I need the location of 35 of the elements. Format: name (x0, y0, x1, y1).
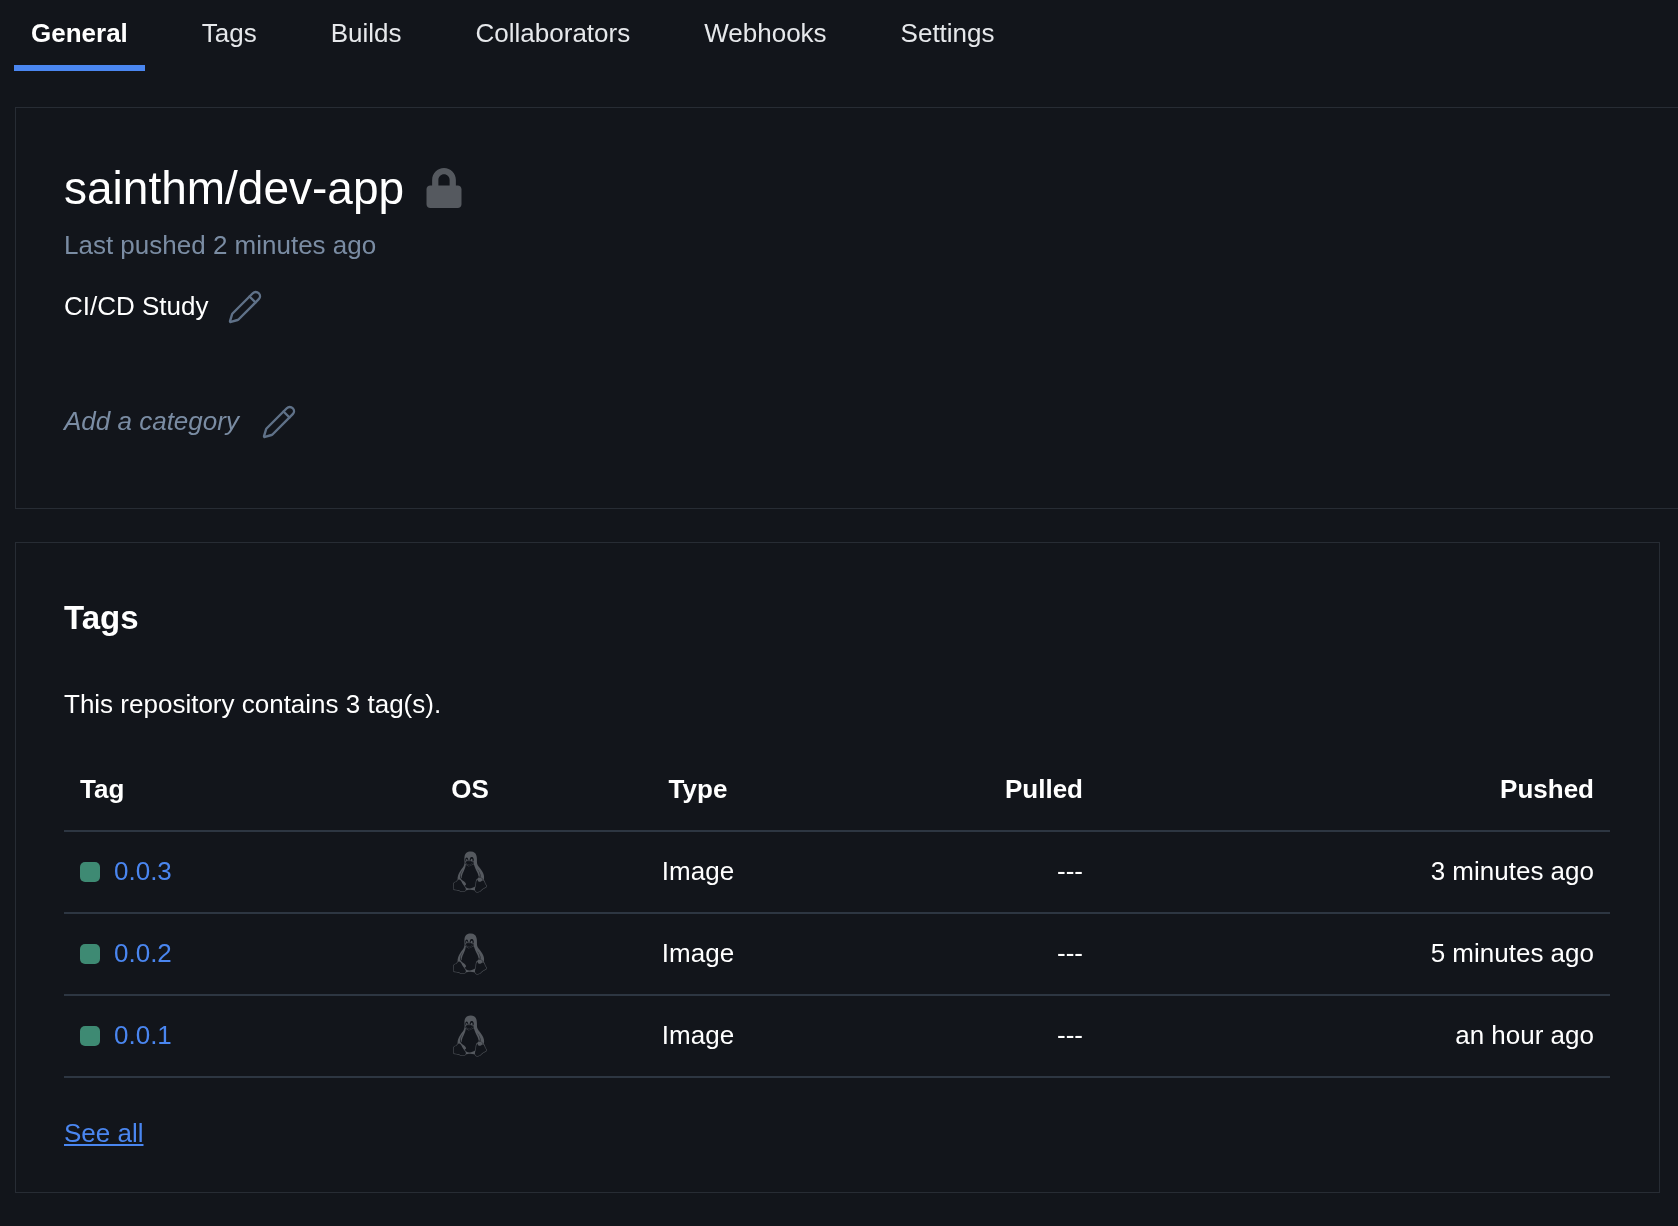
penguin-icon (452, 932, 488, 975)
column-header: Tag (80, 773, 126, 806)
penguin-icon (452, 1014, 488, 1057)
tab[interactable]: Settings (883, 14, 1012, 71)
column-header: OS (450, 773, 490, 806)
tag-link[interactable]: 0.0.3 (114, 852, 172, 891)
edit-description-button[interactable] (226, 288, 263, 325)
tag-link[interactable]: 0.0.1 (114, 1016, 172, 1055)
repository-title: sainthm/dev-app (64, 161, 405, 216)
tab[interactable]: Collaborators (458, 14, 648, 71)
tag-count-text: This repository contains 3 tag(s). (64, 687, 443, 721)
penguin-icon (452, 850, 488, 893)
see-all-link[interactable]: See all (64, 1113, 144, 1153)
tab[interactable]: Tags (184, 14, 274, 71)
table-cell-text: --- (1056, 937, 1083, 970)
edit-category-button[interactable] (260, 403, 297, 440)
last-pushed-text: Last pushed 2 minutes ago (64, 229, 378, 262)
column-header: Pushed (1499, 773, 1594, 806)
section-title: Tags (64, 598, 140, 638)
table-cell-text: 3 minutes ago (1429, 855, 1594, 888)
tag-link[interactable]: 0.0.2 (114, 934, 172, 973)
column-header: Pulled (1004, 773, 1083, 806)
tab[interactable]: General (14, 14, 145, 71)
category-placeholder[interactable]: Add a category (64, 402, 239, 441)
tab[interactable]: Builds (313, 14, 419, 71)
table-cell-text: 5 minutes ago (1429, 937, 1594, 970)
table-cell-text: Image (660, 937, 736, 970)
table-cell-text: --- (1056, 855, 1083, 888)
table-cell-text: Image (660, 1019, 736, 1052)
table-cell-text: Image (660, 855, 736, 888)
description-text: CI/CD Study (64, 290, 209, 323)
tab[interactable]: Webhooks (687, 14, 844, 71)
table-cell-text: an hour ago (1454, 1019, 1594, 1052)
table-cell-text: --- (1056, 1019, 1083, 1052)
column-header: Type (667, 773, 729, 806)
